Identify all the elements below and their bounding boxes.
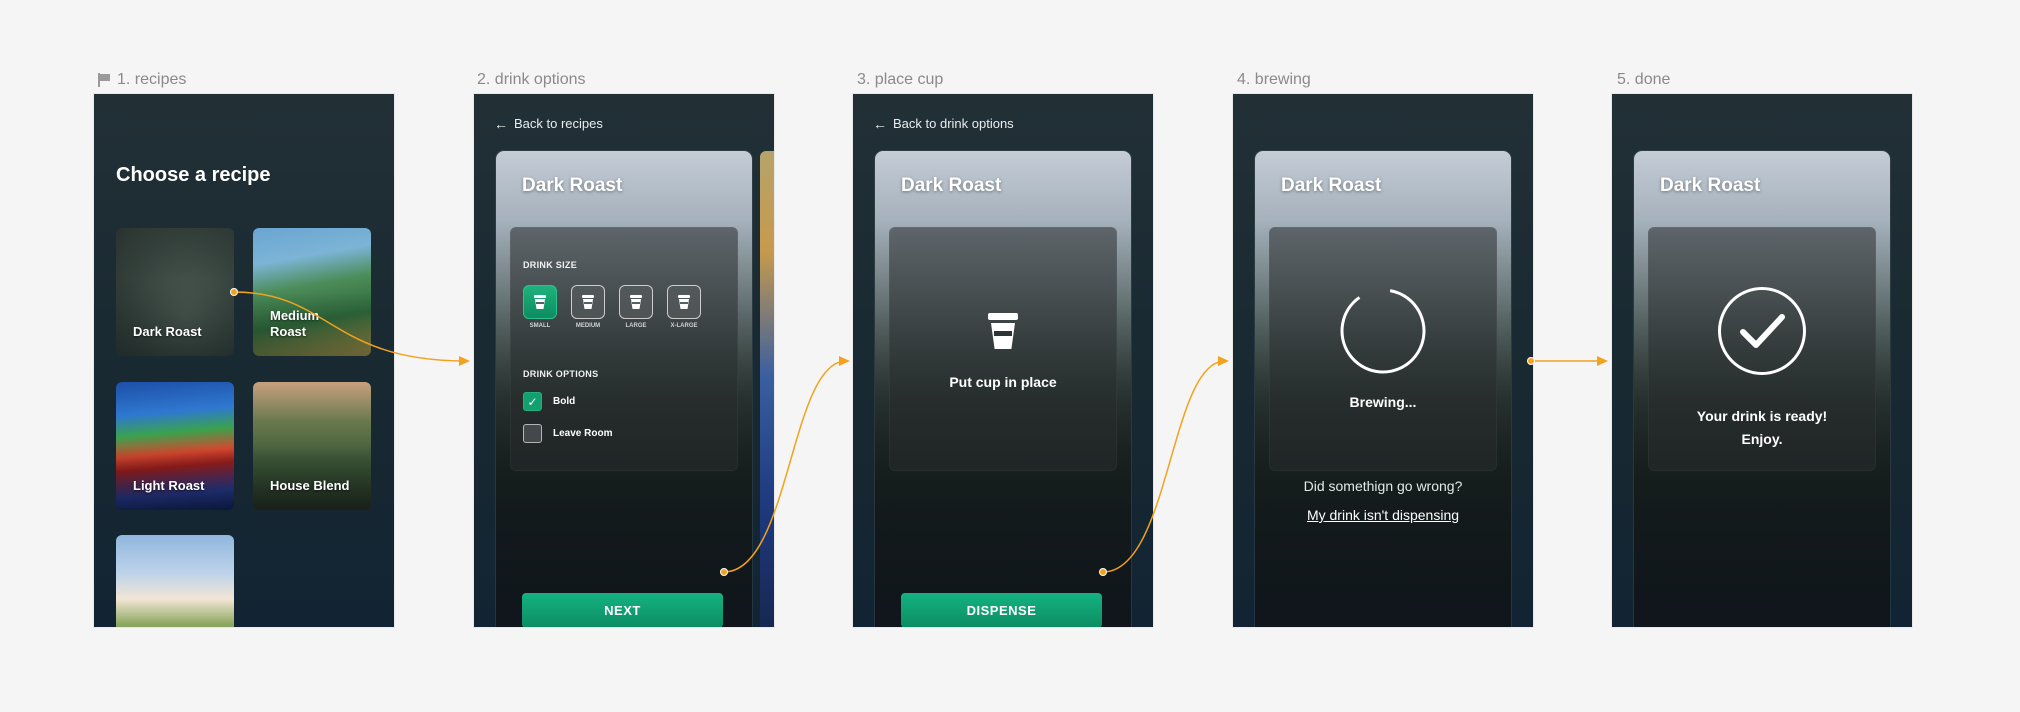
dispense-button[interactable]: DISPENSE	[901, 593, 1102, 627]
connector-arrowhead	[1218, 356, 1229, 366]
frame-label-text: 5. done	[1617, 71, 1671, 88]
options-panel: DRINK SIZE SMALL MEDIUM LARGE X-LARGE DR…	[510, 227, 738, 471]
frame-label-done: 5. done	[1617, 71, 1670, 89]
back-link-label: Back to recipes	[514, 116, 603, 131]
recipe-tile-label: Medium Roast	[270, 308, 320, 339]
cup-icon	[534, 295, 546, 309]
frame-label-text: 2. drink options	[477, 71, 586, 88]
frame-label-drink-options: 2. drink options	[477, 71, 586, 89]
frame-label-text: 1. recipes	[117, 71, 187, 88]
size-button-x-large[interactable]	[667, 285, 701, 319]
cup-icon	[988, 313, 1018, 349]
recipe-tile-label: House Blend	[270, 478, 350, 493]
recipe-tile-label: Dark Roast	[133, 324, 202, 339]
option-bold[interactable]: ✓ Bold	[523, 392, 575, 411]
back-to-recipes-link[interactable]: ← Back to recipes	[494, 116, 603, 131]
recipe-tile-label: Light Roast	[133, 478, 205, 493]
recipes-screen: Choose a recipe Dark Roast Medium Roast …	[94, 94, 394, 627]
flag-icon	[97, 73, 111, 87]
size-caption: MEDIUM	[575, 323, 601, 329]
ready-text: Your drink is ready!	[1696, 408, 1828, 424]
recipe-tile-light-roast[interactable]: Light Roast	[116, 382, 234, 510]
checkmark-circle-icon	[1718, 287, 1806, 375]
size-caption: X-LARGE	[670, 323, 698, 329]
connector-arrowhead	[839, 356, 850, 366]
next-card-peek	[760, 151, 774, 627]
checkbox-checked-icon[interactable]: ✓	[523, 392, 542, 411]
option-leave-room[interactable]: Leave Room	[523, 424, 612, 443]
brewing-status-text: Brewing...	[1349, 394, 1417, 410]
next-button[interactable]: NEXT	[522, 593, 723, 627]
recipe-tile-extra[interactable]	[116, 535, 234, 627]
frame-label-brewing: 4. brewing	[1237, 71, 1311, 89]
instruction-text: Put cup in place	[949, 374, 1057, 390]
cup-icon	[630, 295, 642, 309]
instruction-panel: Put cup in place	[889, 227, 1117, 471]
recipe-card: Dark Roast Your drink is ready! Enjoy.	[1634, 151, 1890, 627]
card-title: Dark Roast	[901, 175, 1002, 196]
status-panel: Brewing...	[1269, 227, 1497, 471]
place-cup-screen: ← Back to drink options Dark Roast Put c…	[853, 94, 1153, 627]
recipe-card: Dark Roast Brewing...	[1255, 151, 1511, 627]
page-title: Choose a recipe	[116, 164, 271, 186]
brewing-screen: Dark Roast Brewing... Did somethign go w…	[1233, 94, 1533, 627]
frame-label-text: 4. brewing	[1237, 71, 1311, 88]
spinner-icon	[1340, 288, 1426, 374]
arrow-left-icon: ←	[873, 115, 887, 132]
connector-arrowhead	[1597, 356, 1608, 366]
enjoy-text: Enjoy.	[1741, 431, 1783, 447]
done-screen: Dark Roast Your drink is ready! Enjoy.	[1612, 94, 1912, 627]
drink-options-screen: ← Back to recipes Dark Roast DRINK SIZE …	[474, 94, 774, 627]
recipe-card: Dark Roast Put cup in place DISPENSE	[875, 151, 1131, 627]
size-button-large[interactable]	[619, 285, 653, 319]
recipe-tile-house-blend[interactable]: House Blend	[253, 382, 371, 510]
frame-label-text: 3. place cup	[857, 71, 944, 88]
card-title: Dark Roast	[522, 175, 623, 196]
frame-label-recipes: 1. recipes	[97, 71, 186, 89]
recipe-card: Dark Roast DRINK SIZE SMALL MEDIUM LARGE…	[496, 151, 752, 627]
card-title: Dark Roast	[1281, 175, 1382, 196]
status-panel: Your drink is ready! Enjoy.	[1648, 227, 1876, 471]
size-caption: SMALL	[529, 323, 551, 329]
help-question: Did somethign go wrong?	[1303, 478, 1463, 494]
drink-options-heading: DRINK OPTIONS	[523, 369, 599, 379]
not-dispensing-link[interactable]: My drink isn't dispensing	[1233, 507, 1533, 523]
arrow-left-icon: ←	[494, 115, 508, 132]
checkbox-unchecked-icon[interactable]	[523, 424, 542, 443]
option-label: Bold	[553, 396, 576, 407]
cup-icon	[678, 295, 690, 309]
size-caption: LARGE	[625, 323, 647, 329]
option-label: Leave Room	[553, 428, 613, 439]
drink-size-heading: DRINK SIZE	[523, 260, 578, 270]
back-to-drink-options-link[interactable]: ← Back to drink options	[873, 116, 1014, 131]
size-button-small[interactable]	[523, 285, 557, 319]
card-title: Dark Roast	[1660, 175, 1761, 196]
frame-label-place-cup: 3. place cup	[857, 71, 943, 89]
checkmark-icon	[1740, 314, 1785, 348]
cup-icon	[582, 295, 594, 309]
back-link-label: Back to drink options	[893, 116, 1014, 131]
recipe-tile-dark-roast[interactable]: Dark Roast	[116, 228, 234, 356]
size-button-medium[interactable]	[571, 285, 605, 319]
recipe-tile-medium-roast[interactable]: Medium Roast	[253, 228, 371, 356]
connector-arrowhead	[459, 356, 470, 366]
